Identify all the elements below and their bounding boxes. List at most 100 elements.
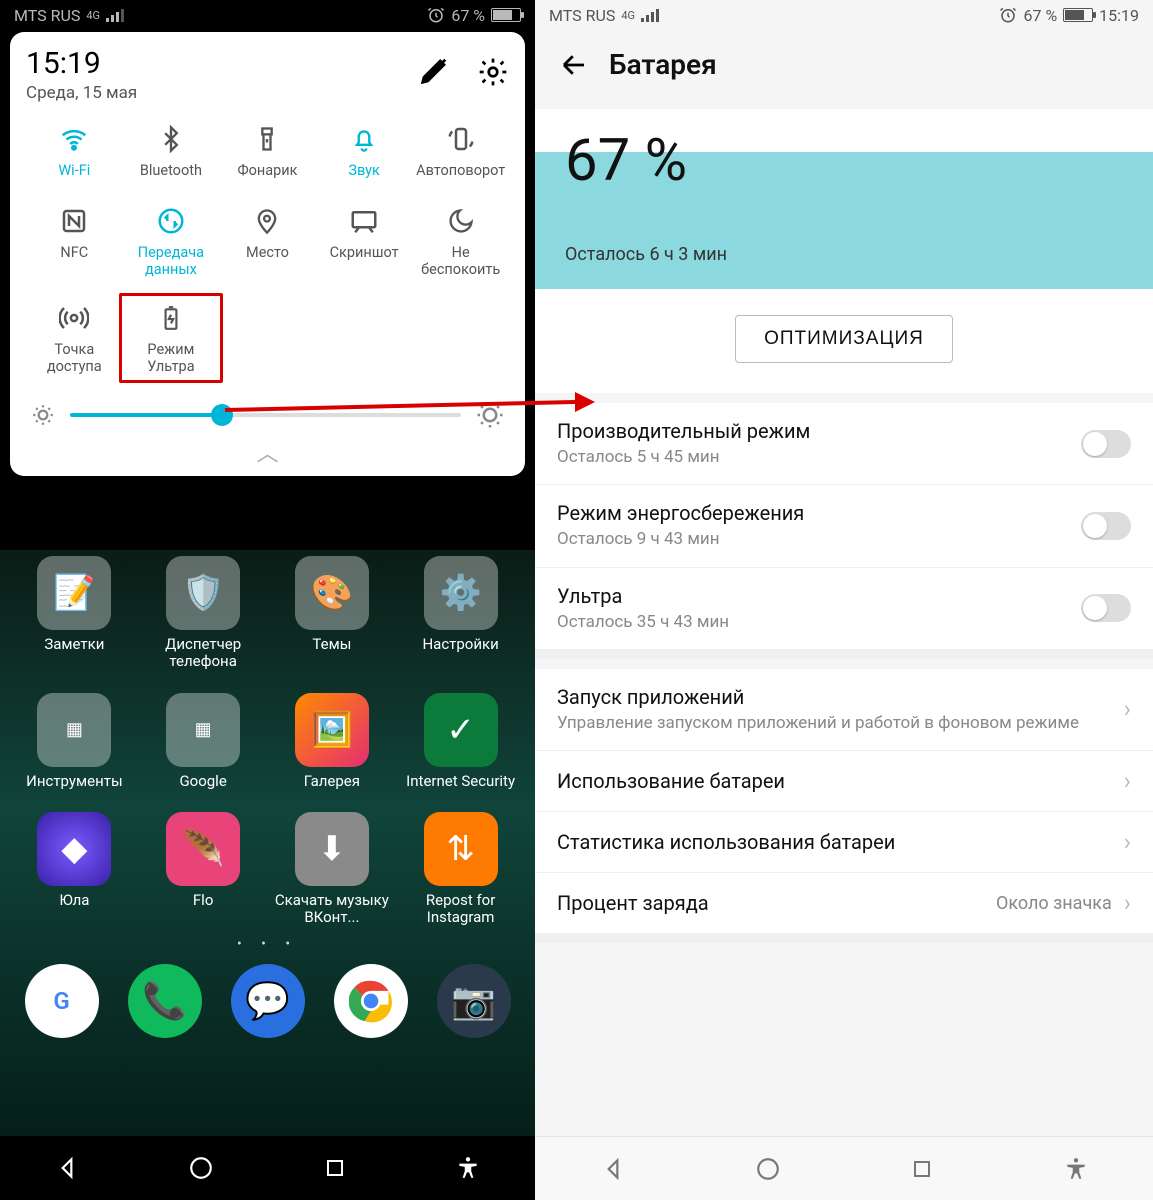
app-notes[interactable]: 📝Заметки [10,556,139,671]
battery-settings-list: Запуск приложенийУправление запуском при… [535,669,1153,933]
qs-tile-ultra[interactable]: Режим Ультра [123,300,220,375]
qs-tile-screenshot[interactable]: Скриншот [316,203,413,278]
nav-accessibility-icon[interactable] [455,1155,481,1181]
item-app-launch[interactable]: Запуск приложенийУправление запуском при… [535,669,1153,751]
edit-icon[interactable] [419,56,449,88]
flashlight-icon [219,121,316,157]
app-youla[interactable]: ◆Юла [10,812,139,927]
dock-messages[interactable]: 💬 [231,964,305,1038]
nav-home-icon[interactable] [755,1156,781,1182]
navbar-right [535,1136,1153,1200]
app-settings[interactable]: ⚙️Настройки [396,556,525,671]
nav-back-icon[interactable] [600,1156,626,1182]
qs-tile-data[interactable]: Передача данных [123,203,220,278]
app-internet-security[interactable]: ✓Internet Security [396,693,525,790]
qs-tile-moon[interactable]: Не беспокоить [412,203,509,278]
qs-date: Среда, 15 мая [26,83,137,103]
data-icon [123,203,220,239]
app-gallery[interactable]: 🖼️Галерея [268,693,397,790]
mode-performance[interactable]: Производительный режимОсталось 5 ч 45 ми… [535,403,1153,485]
qs-time: 15:19 [26,46,137,81]
signal-icon [641,9,659,22]
nav-recent-icon[interactable] [323,1156,347,1180]
qs-tile-label: Фонарик [219,163,316,181]
mode-ultra[interactable]: УльтраОсталось 35 ч 43 мин [535,568,1153,649]
qs-tile-label: Звук [316,163,413,181]
nav-accessibility-icon[interactable] [1063,1156,1089,1182]
network-type: 4G [621,9,635,22]
battery-card: 67 % Осталось 6 ч 3 мин ОПТИМИЗАЦИЯ [535,109,1153,393]
quick-settings-panel: 15:19 Среда, 15 мая Wi-Fi Bluetooth Фона… [10,32,525,476]
mode-power-saving[interactable]: Режим энергосбереженияОсталось 9 ч 43 ми… [535,485,1153,567]
nav-back-icon[interactable] [54,1155,80,1181]
qs-tile-bell[interactable]: Звук [316,121,413,181]
qs-tile-location[interactable]: Место [219,203,316,278]
qs-tile-rotate[interactable]: Автоповорот [412,121,509,181]
qs-tile-hotspot[interactable]: Точка доступа [26,300,123,375]
rotate-icon [412,121,509,157]
screenshot-icon [316,203,413,239]
qs-tile-bluetooth[interactable]: Bluetooth [123,121,220,181]
qs-tile-label: Скриншот [316,245,413,263]
qs-tile-label: Режим Ультра [124,342,219,375]
qs-tile-label: Wi-Fi [26,163,123,181]
app-themes[interactable]: 🎨Темы [268,556,397,671]
navbar-left [0,1136,535,1200]
brightness-low-icon [30,402,56,428]
item-battery-stats[interactable]: Статистика использования батареи › [535,812,1153,873]
clock-label: 15:19 [1099,6,1139,25]
nav-home-icon[interactable] [188,1155,214,1181]
chevron-right-icon: › [1124,828,1131,856]
battery-icon [491,8,521,22]
battery-pct-label: 67 % [451,6,485,25]
dock-chrome[interactable] [334,964,408,1038]
qs-tile-label: NFC [26,245,123,263]
wifi-icon [26,121,123,157]
item-battery-usage[interactable]: Использование батареи › [535,751,1153,812]
alarm-icon [999,6,1017,24]
page-title: Батарея [609,48,717,81]
hotspot-icon [26,300,123,336]
dock-gpay[interactable]: G [25,964,99,1038]
qs-tile-wifi[interactable]: Wi-Fi [26,121,123,181]
item-value: Около значка [996,893,1112,914]
battery-percent: 67 % [565,127,687,195]
bell-icon [316,121,413,157]
dock-camera[interactable]: 📷 [437,964,511,1038]
toggle-switch[interactable] [1081,430,1131,458]
battery-icon [1063,8,1093,22]
toggle-switch[interactable] [1081,594,1131,622]
app-flo[interactable]: 🪶Flo [139,812,268,927]
qs-tile-nfc[interactable]: NFC [26,203,123,278]
dock: G 📞 💬 📷 [0,958,535,1044]
app-repost-instagram[interactable]: ⇅Repost for Instagram [396,812,525,927]
item-charge-percent[interactable]: Процент заряда Около значка › [535,873,1153,933]
brightness-high-icon [475,400,505,430]
app-phone-manager[interactable]: 🛡️Диспетчер телефона [139,556,268,671]
qs-tile-label: Автоповорот [412,163,509,181]
chevron-right-icon: › [1124,889,1131,917]
network-type: 4G [86,9,100,22]
optimize-button[interactable]: ОПТИМИЗАЦИЯ [735,315,953,363]
toggle-switch[interactable] [1081,512,1131,540]
battery-pct-label: 67 % [1023,6,1057,25]
brightness-slider[interactable] [70,405,461,425]
app-folder-tools[interactable]: ▦Инструменты [10,693,139,790]
qs-tile-label: Не беспокоить [412,245,509,278]
battery-remaining: Осталось 6 ч 3 мин [565,244,727,265]
nfc-icon [26,203,123,239]
app-folder-google[interactable]: ▦Google [139,693,268,790]
qs-tile-flashlight[interactable]: Фонарик [219,121,316,181]
nav-recent-icon[interactable] [910,1157,934,1181]
location-icon [219,203,316,239]
app-vk-music[interactable]: ⬇Скачать музыку ВКонт... [268,812,397,927]
qs-tile-label: Bluetooth [123,163,220,181]
carrier-label: MTS RUS [549,6,615,25]
gear-icon[interactable] [477,56,509,88]
collapse-handle-icon[interactable]: ︿ [26,436,509,468]
dock-phone[interactable]: 📞 [128,964,202,1038]
back-icon[interactable] [559,50,589,80]
qs-tile-label: Точка доступа [26,342,123,375]
carrier-label: MTS RUS [14,6,80,25]
signal-icon [106,9,124,22]
